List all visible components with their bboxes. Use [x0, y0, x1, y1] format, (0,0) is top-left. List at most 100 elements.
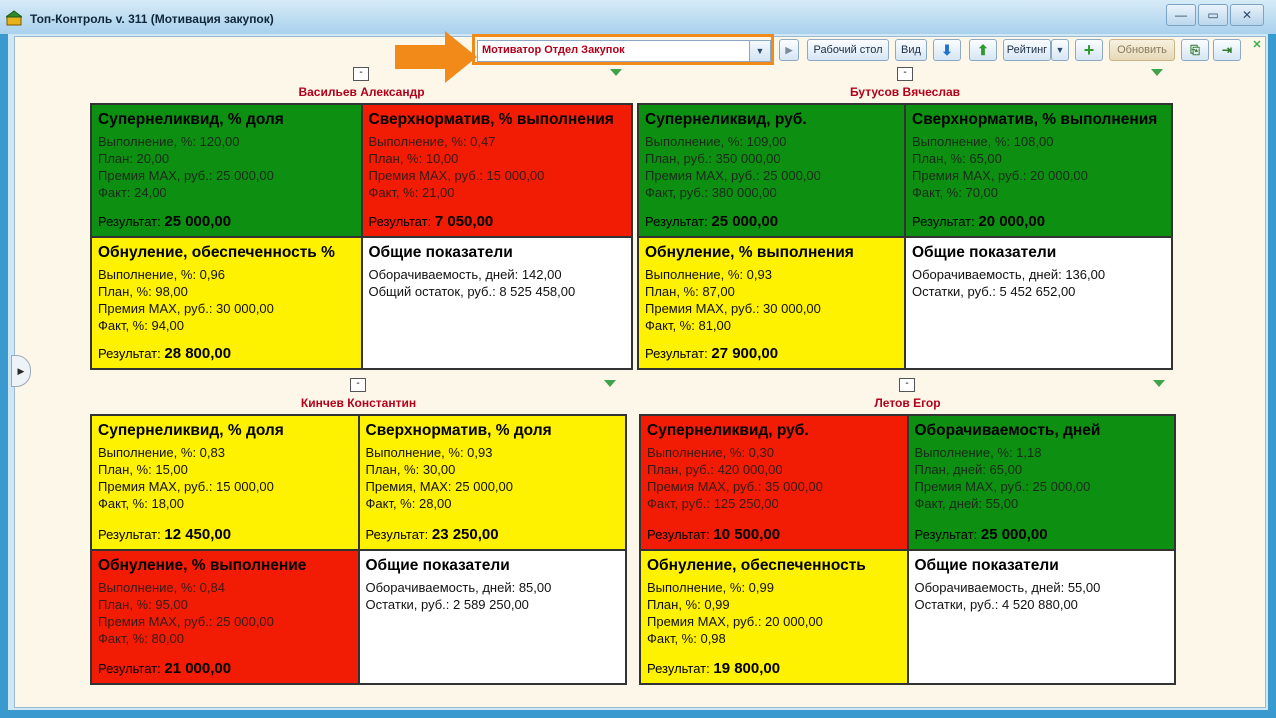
kpi-line: Выполнение, %: 0,83: [98, 445, 225, 460]
kpi-line: План, %: 98,00: [98, 283, 188, 299]
kpi-line: Факт, %: 18,00: [98, 496, 184, 511]
expand-arrow-icon[interactable]: [610, 69, 622, 76]
person-card: - Васильев Александр Супернеликвид, % до…: [90, 67, 633, 374]
kpi-line: Премия MAX, руб.: 20 000,00: [647, 613, 823, 629]
kpi-line: Премия MAX, руб.: 15 000,00: [98, 479, 274, 494]
kpi-title: Супернеликвид, руб.: [645, 111, 807, 128]
kpi-line: Факт, %: 0,98: [647, 630, 726, 646]
kpi-title: Сверхнорматив, % выполнения: [368, 111, 614, 128]
kpi-result: Результат: 20 000,00: [912, 212, 1046, 230]
kpi-line: Премия MAX, руб.: 25 000,00: [98, 613, 274, 629]
chevron-down-icon[interactable]: ▼: [749, 41, 770, 61]
collapse-icon[interactable]: -: [353, 67, 369, 81]
kpi-line: Выполнение, %: 109,00: [645, 134, 787, 149]
app-logo-icon: [6, 10, 22, 26]
kpi-line: Выполнение, %: 0,96: [98, 266, 225, 282]
kpi-cell: Общие показатели Оборачиваемость, дней: …: [361, 236, 632, 369]
kpi-line: План, %: 65,00: [912, 151, 1002, 166]
kpi-line: Выполнение, %: 120,00: [98, 134, 240, 149]
maximize-button[interactable]: ▭: [1198, 4, 1228, 26]
kpi-line: План, руб.: 420 000,00: [647, 462, 783, 477]
person-card: - Бутусов Вячеслав Супернеликвид, руб. В…: [637, 67, 1173, 374]
person-card: - Летов Егор Супернеликвид, руб. Выполне…: [639, 378, 1176, 685]
kpi-line: Оборачиваемость, дней: 55,00: [914, 579, 1101, 595]
kpi-line: Премия MAX, руб.: 30 000,00: [645, 300, 821, 316]
person-name: Летов Егор: [874, 396, 941, 410]
kpi-grid: Супернеликвид, руб. Выполнение, %: 109,0…: [637, 103, 1173, 370]
kpi-line: Выполнение, %: 0,30: [647, 445, 774, 460]
kpi-line: Премия MAX, руб.: 25 000,00: [914, 479, 1091, 494]
kpi-result: Результат: 23 250,00: [365, 525, 499, 543]
kpi-result: Результат: 12 450,00: [98, 525, 232, 543]
kpi-line: Выполнение, %: 0,93: [365, 445, 493, 460]
side-panel-toggle[interactable]: ▶: [11, 355, 31, 387]
kpi-cell: Обнуление, обеспеченность Выполнение, %:…: [640, 549, 908, 684]
rating-button[interactable]: Рейтинг: [1003, 39, 1051, 61]
arrow-down-icon[interactable]: ⬇: [933, 39, 961, 61]
kpi-line: Оборачиваемость, дней: 142,00: [368, 266, 562, 282]
kpi-cell: Сверхнорматив, % доля Выполнение, %: 0,9…: [358, 415, 626, 550]
kpi-line: План, %: 0,99: [647, 596, 730, 612]
motivator-selector-value: Мотиватор Отдел Закупок: [482, 44, 625, 56]
kpi-line: Премия MAX, руб.: 15 000,00: [368, 168, 545, 183]
kpi-result: Результат: 10 500,00: [647, 525, 781, 543]
kpi-line: Факт, %: 94,00: [98, 317, 184, 333]
kpi-line: Выполнение, %: 0,84: [98, 579, 225, 595]
kpi-cell: Супернеликвид, руб. Выполнение, %: 109,0…: [638, 104, 905, 237]
collapse-icon[interactable]: -: [350, 378, 366, 392]
refresh-button[interactable]: Обновить: [1109, 39, 1175, 61]
expand-arrow-icon[interactable]: [604, 380, 616, 387]
desktop-button[interactable]: Рабочий стол: [807, 39, 889, 61]
person-name: Васильев Александр: [298, 85, 425, 99]
kpi-result: Результат: 25 000,00: [914, 525, 1048, 543]
close-button[interactable]: ✕: [1230, 4, 1264, 26]
kpi-line: План, %: 15,00: [98, 462, 188, 477]
kpi-cell: Обнуление, % выполнения Выполнение, %: 0…: [638, 236, 905, 369]
kpi-grid: Супернеликвид, % доля Выполнение, %: 0,8…: [90, 414, 627, 685]
kpi-line: Выполнение, %: 0,99: [647, 579, 774, 595]
collapse-icon[interactable]: -: [899, 378, 915, 392]
plus-icon[interactable]: +: [1075, 39, 1103, 61]
kpi-line: План, %: 10,00: [368, 151, 459, 166]
kpi-title: Сверхнорматив, % выполнения: [912, 111, 1158, 128]
kpi-line: План, %: 30,00: [365, 462, 456, 477]
kpi-result: Результат: 25 000,00: [98, 212, 232, 230]
minimize-button[interactable]: —: [1166, 4, 1196, 26]
motivator-selector[interactable]: Мотиватор Отдел Закупок ▼: [477, 40, 771, 62]
expand-arrow-icon[interactable]: [1151, 69, 1163, 76]
kpi-line: Выполнение, %: 0,47: [368, 134, 496, 149]
kpi-line: Факт, %: 21,00: [368, 185, 455, 200]
kpi-cell: Обнуление, % выполнение Выполнение, %: 0…: [91, 549, 359, 684]
kpi-cell: Супернеликвид, % доля Выполнение, %: 0,8…: [91, 415, 359, 550]
arrow-up-icon[interactable]: ⬆: [969, 39, 997, 61]
kpi-result: Результат: 28 800,00: [98, 345, 232, 362]
main-panel: Мотиватор Отдел Закупок ▼ ▶ Рабочий стол…: [11, 31, 1266, 708]
view-button[interactable]: Вид: [895, 39, 927, 61]
kpi-title: Обнуление, обеспеченность: [647, 556, 866, 574]
person-card: - Кинчев Константин Супернеликвид, % дол…: [90, 378, 627, 685]
kpi-title: Общие показатели: [912, 243, 1057, 261]
kpi-line: Премия MAX, руб.: 25 000,00: [98, 168, 274, 183]
kpi-line: Факт, руб.: 380 000,00: [645, 185, 777, 200]
chevron-down-icon[interactable]: ▼: [1051, 39, 1069, 61]
kpi-line: План, %: 95,00: [98, 596, 188, 612]
export-icon[interactable]: ⎘: [1181, 39, 1209, 61]
kpi-line: Премия MAX, руб.: 20 000,00: [912, 168, 1088, 183]
expand-arrow-icon[interactable]: [1153, 380, 1165, 387]
kpi-line: Премия, MAX: 25 000,00: [365, 479, 514, 494]
kpi-line: Факт: 24,00: [98, 185, 167, 200]
kpi-cell: Общие показатели Оборачиваемость, дней: …: [358, 549, 626, 684]
exit-icon[interactable]: ⇥: [1213, 39, 1241, 61]
kpi-title: Супернеликвид, руб.: [647, 422, 809, 439]
kpi-title: Обнуление, % выполнения: [645, 243, 854, 261]
chevron-right-icon[interactable]: ▶: [779, 39, 799, 61]
kpi-title: Супернеликвид, % доля: [98, 422, 284, 439]
collapse-icon[interactable]: -: [897, 67, 913, 81]
kpi-title: Обнуление, обеспеченность %: [98, 243, 335, 261]
close-panel-icon[interactable]: ✕: [1251, 39, 1263, 51]
kpi-cell: Супернеликвид, % доля Выполнение, %: 120…: [91, 104, 362, 237]
kpi-grid: Супернеликвид, руб. Выполнение, %: 0,30 …: [639, 414, 1176, 685]
kpi-line: Остатки, руб.: 5 452 652,00: [912, 283, 1076, 299]
kpi-line: План: 20,00: [98, 151, 170, 166]
kpi-grid: Супернеликвид, % доля Выполнение, %: 120…: [90, 103, 633, 370]
